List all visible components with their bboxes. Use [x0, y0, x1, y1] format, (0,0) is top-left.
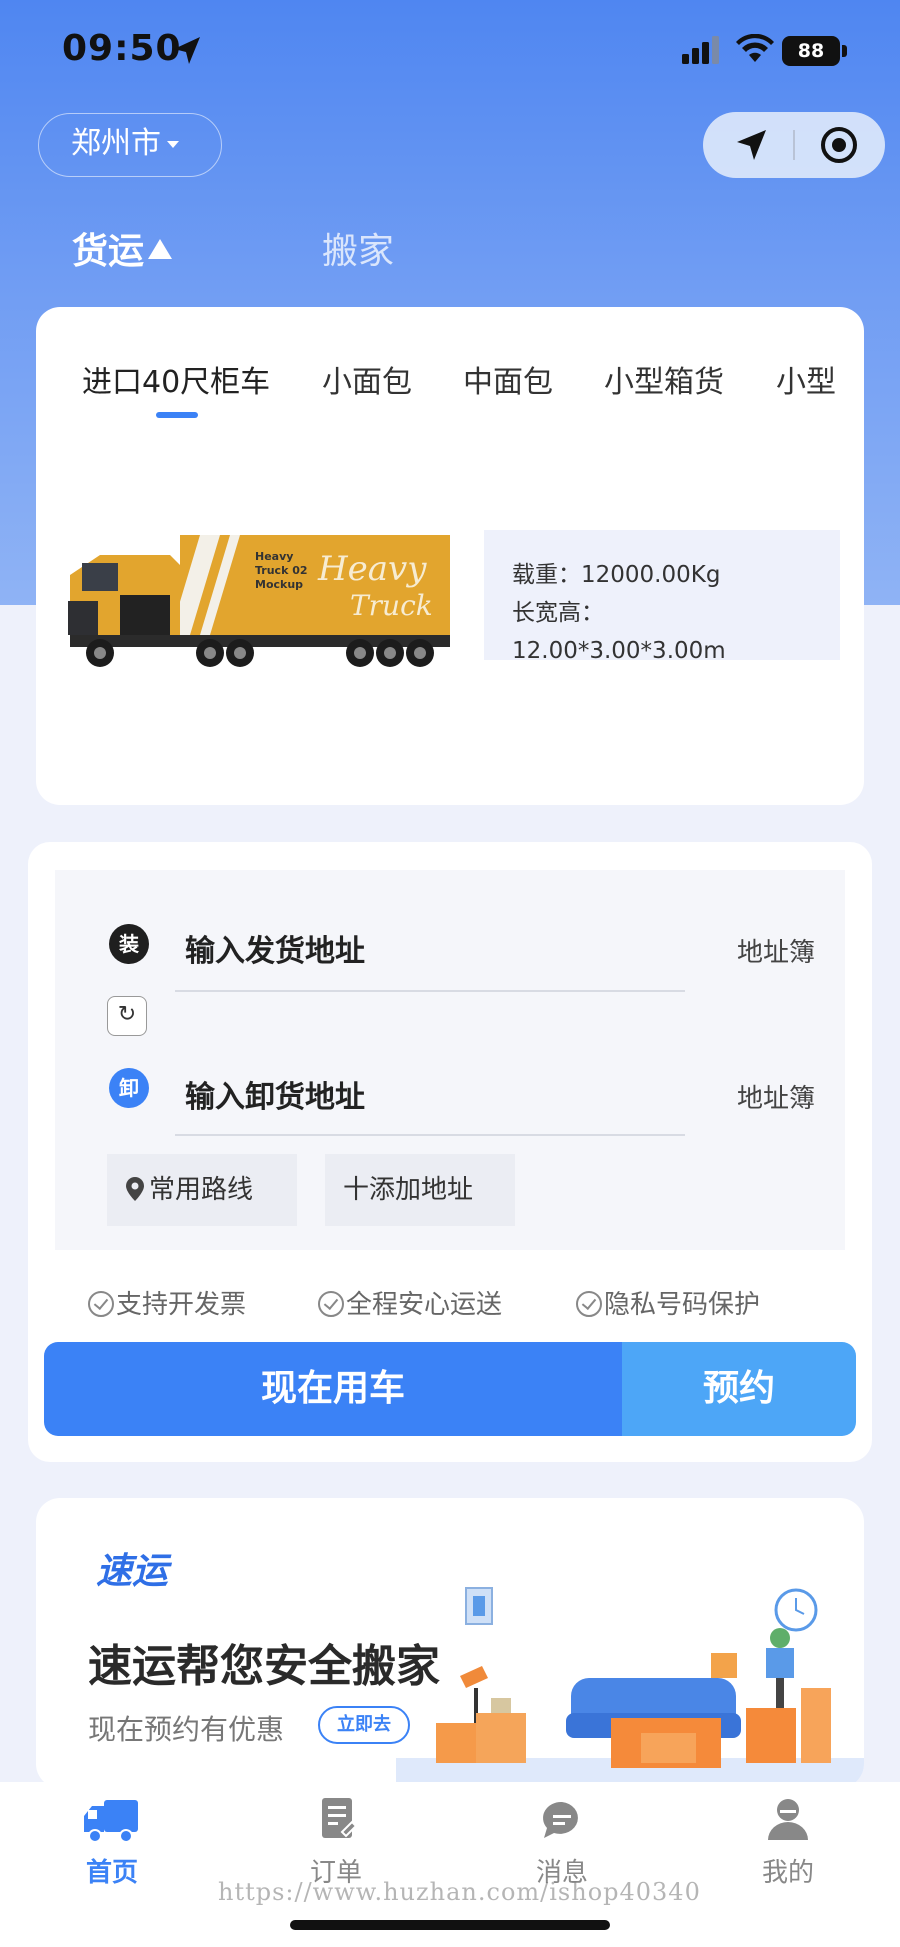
- city-label: 郑州市: [71, 126, 161, 161]
- message-icon: [543, 1801, 578, 1838]
- nav-profile-label: 我的: [761, 1858, 814, 1888]
- location-arrow-icon: [174, 37, 200, 64]
- tab-moving-label: 搬家: [322, 231, 395, 272]
- watermark-text: https://www.huzhan.com/ishop40340: [218, 1878, 701, 1906]
- reserve-button[interactable]: 预约: [622, 1342, 856, 1436]
- vehicle-tab-1[interactable]: 小面包: [322, 357, 412, 401]
- feature-label: 支持开发票: [116, 1290, 247, 1320]
- city-selector[interactable]: 郑州市: [38, 113, 222, 177]
- tab-moving[interactable]: 搬家: [322, 222, 394, 274]
- truck-icon: [84, 1800, 138, 1843]
- caret-down-icon: [167, 141, 179, 148]
- svg-text:Mockup: Mockup: [255, 578, 303, 591]
- battery-cap: [842, 45, 847, 57]
- vehicle-tab-0[interactable]: 进口40尺柜车: [82, 357, 270, 401]
- vehicle-tab-3[interactable]: 小型箱货: [604, 357, 724, 401]
- vehicle-type-tabs: 进口40尺柜车 小面包 中面包 小型箱货 小型: [36, 357, 864, 417]
- truck-image: Heavy Truck 02 Mockup Heavy Truck: [68, 535, 450, 667]
- nav-messages[interactable]: 消息: [502, 1796, 622, 1889]
- feature-label: 全程安心运送: [346, 1290, 503, 1320]
- vehicle-card: 进口40尺柜车 小面包 中面包 小型箱货 小型 Heavy Truck 02 M…: [36, 307, 864, 805]
- address-form: 装 ↻ 卸 输入发货地址 地址簿 输入卸货地址 地址簿 常用路线 十添加地址: [55, 870, 845, 1250]
- divider: [175, 990, 685, 992]
- vehicle-tab-indicator: [156, 412, 198, 418]
- spec-load: 载重：12000.00Kg: [512, 562, 721, 588]
- check-circle-icon: [318, 1291, 344, 1317]
- use-vehicle-now-button[interactable]: 现在用车: [44, 1342, 622, 1436]
- spec-dimensions: 长宽高：12.00*3.00*3.00m: [512, 600, 726, 664]
- location-pin-icon: [126, 1177, 144, 1201]
- vehicle-tab-2[interactable]: 中面包: [463, 357, 553, 401]
- vehicle-spec-box: 载重：12000.00Kg 长宽高：12.00*3.00*3.00m: [484, 530, 840, 664]
- user-icon: [768, 1799, 808, 1840]
- tab-freight[interactable]: 货运: [72, 222, 173, 274]
- navigation-arrow-icon[interactable]: [735, 128, 769, 162]
- home-indicator: [290, 1920, 610, 1930]
- promo-subtitle: 现在预约有优惠: [88, 1713, 285, 1746]
- tab-freight-label: 货运: [72, 231, 145, 272]
- address-book-link-to[interactable]: 地址簿: [737, 1078, 815, 1115]
- svg-text:Heavy: Heavy: [255, 550, 293, 563]
- address-card: 装 ↻ 卸 输入发货地址 地址簿 输入卸货地址 地址簿 常用路线 十添加地址 支…: [28, 842, 872, 1462]
- capsule-divider: [793, 130, 795, 160]
- add-address-button[interactable]: 十添加地址: [325, 1154, 515, 1226]
- triangle-up-icon: [148, 239, 173, 259]
- promo-title: 速运帮您安全搬家: [88, 1641, 440, 1692]
- promo-brand-logo: 速运: [96, 1551, 169, 1592]
- check-circle-icon: [88, 1291, 114, 1317]
- svg-text:Truck: Truck: [350, 589, 433, 622]
- common-routes-label: 常用路线: [149, 1175, 254, 1205]
- miniprogram-capsule: [703, 112, 885, 178]
- nav-home-label: 首页: [85, 1858, 138, 1888]
- order-icon: [322, 1798, 358, 1838]
- feature-item: 隐私号码保护: [576, 1284, 760, 1321]
- feature-label: 隐私号码保护: [604, 1290, 761, 1320]
- moving-illustration: [396, 1587, 864, 1788]
- feature-item: 支持开发票: [88, 1284, 246, 1321]
- signal-icon: [682, 36, 719, 64]
- status-time: 09:50: [62, 28, 182, 69]
- battery-indicator: 88: [782, 36, 840, 66]
- nav-orders[interactable]: 订单: [276, 1796, 396, 1889]
- svg-text:Heavy: Heavy: [317, 549, 427, 589]
- divider: [175, 1134, 685, 1136]
- target-icon[interactable]: [821, 127, 857, 163]
- common-routes-button[interactable]: 常用路线: [107, 1154, 297, 1226]
- vehicle-tab-4[interactable]: 小型: [776, 357, 836, 401]
- nav-home[interactable]: 首页: [52, 1796, 172, 1889]
- nav-profile[interactable]: 我的: [728, 1796, 848, 1889]
- from-address-input[interactable]: 输入发货地址: [185, 926, 365, 970]
- load-badge: 装: [109, 924, 149, 964]
- unload-badge: 卸: [109, 1068, 149, 1108]
- wifi-icon: [736, 34, 774, 62]
- address-book-link-from[interactable]: 地址簿: [737, 932, 815, 969]
- svg-text:Truck 02: Truck 02: [255, 564, 308, 577]
- feature-item: 全程安心运送: [318, 1284, 502, 1321]
- status-bar: 09:50 88: [0, 0, 900, 100]
- swap-address-icon[interactable]: ↻: [107, 996, 147, 1036]
- to-address-input[interactable]: 输入卸货地址: [185, 1072, 365, 1116]
- promo-banner[interactable]: 速运 速运帮您安全搬家 现在预约有优惠 立即去: [36, 1498, 864, 1788]
- check-circle-icon: [576, 1291, 602, 1317]
